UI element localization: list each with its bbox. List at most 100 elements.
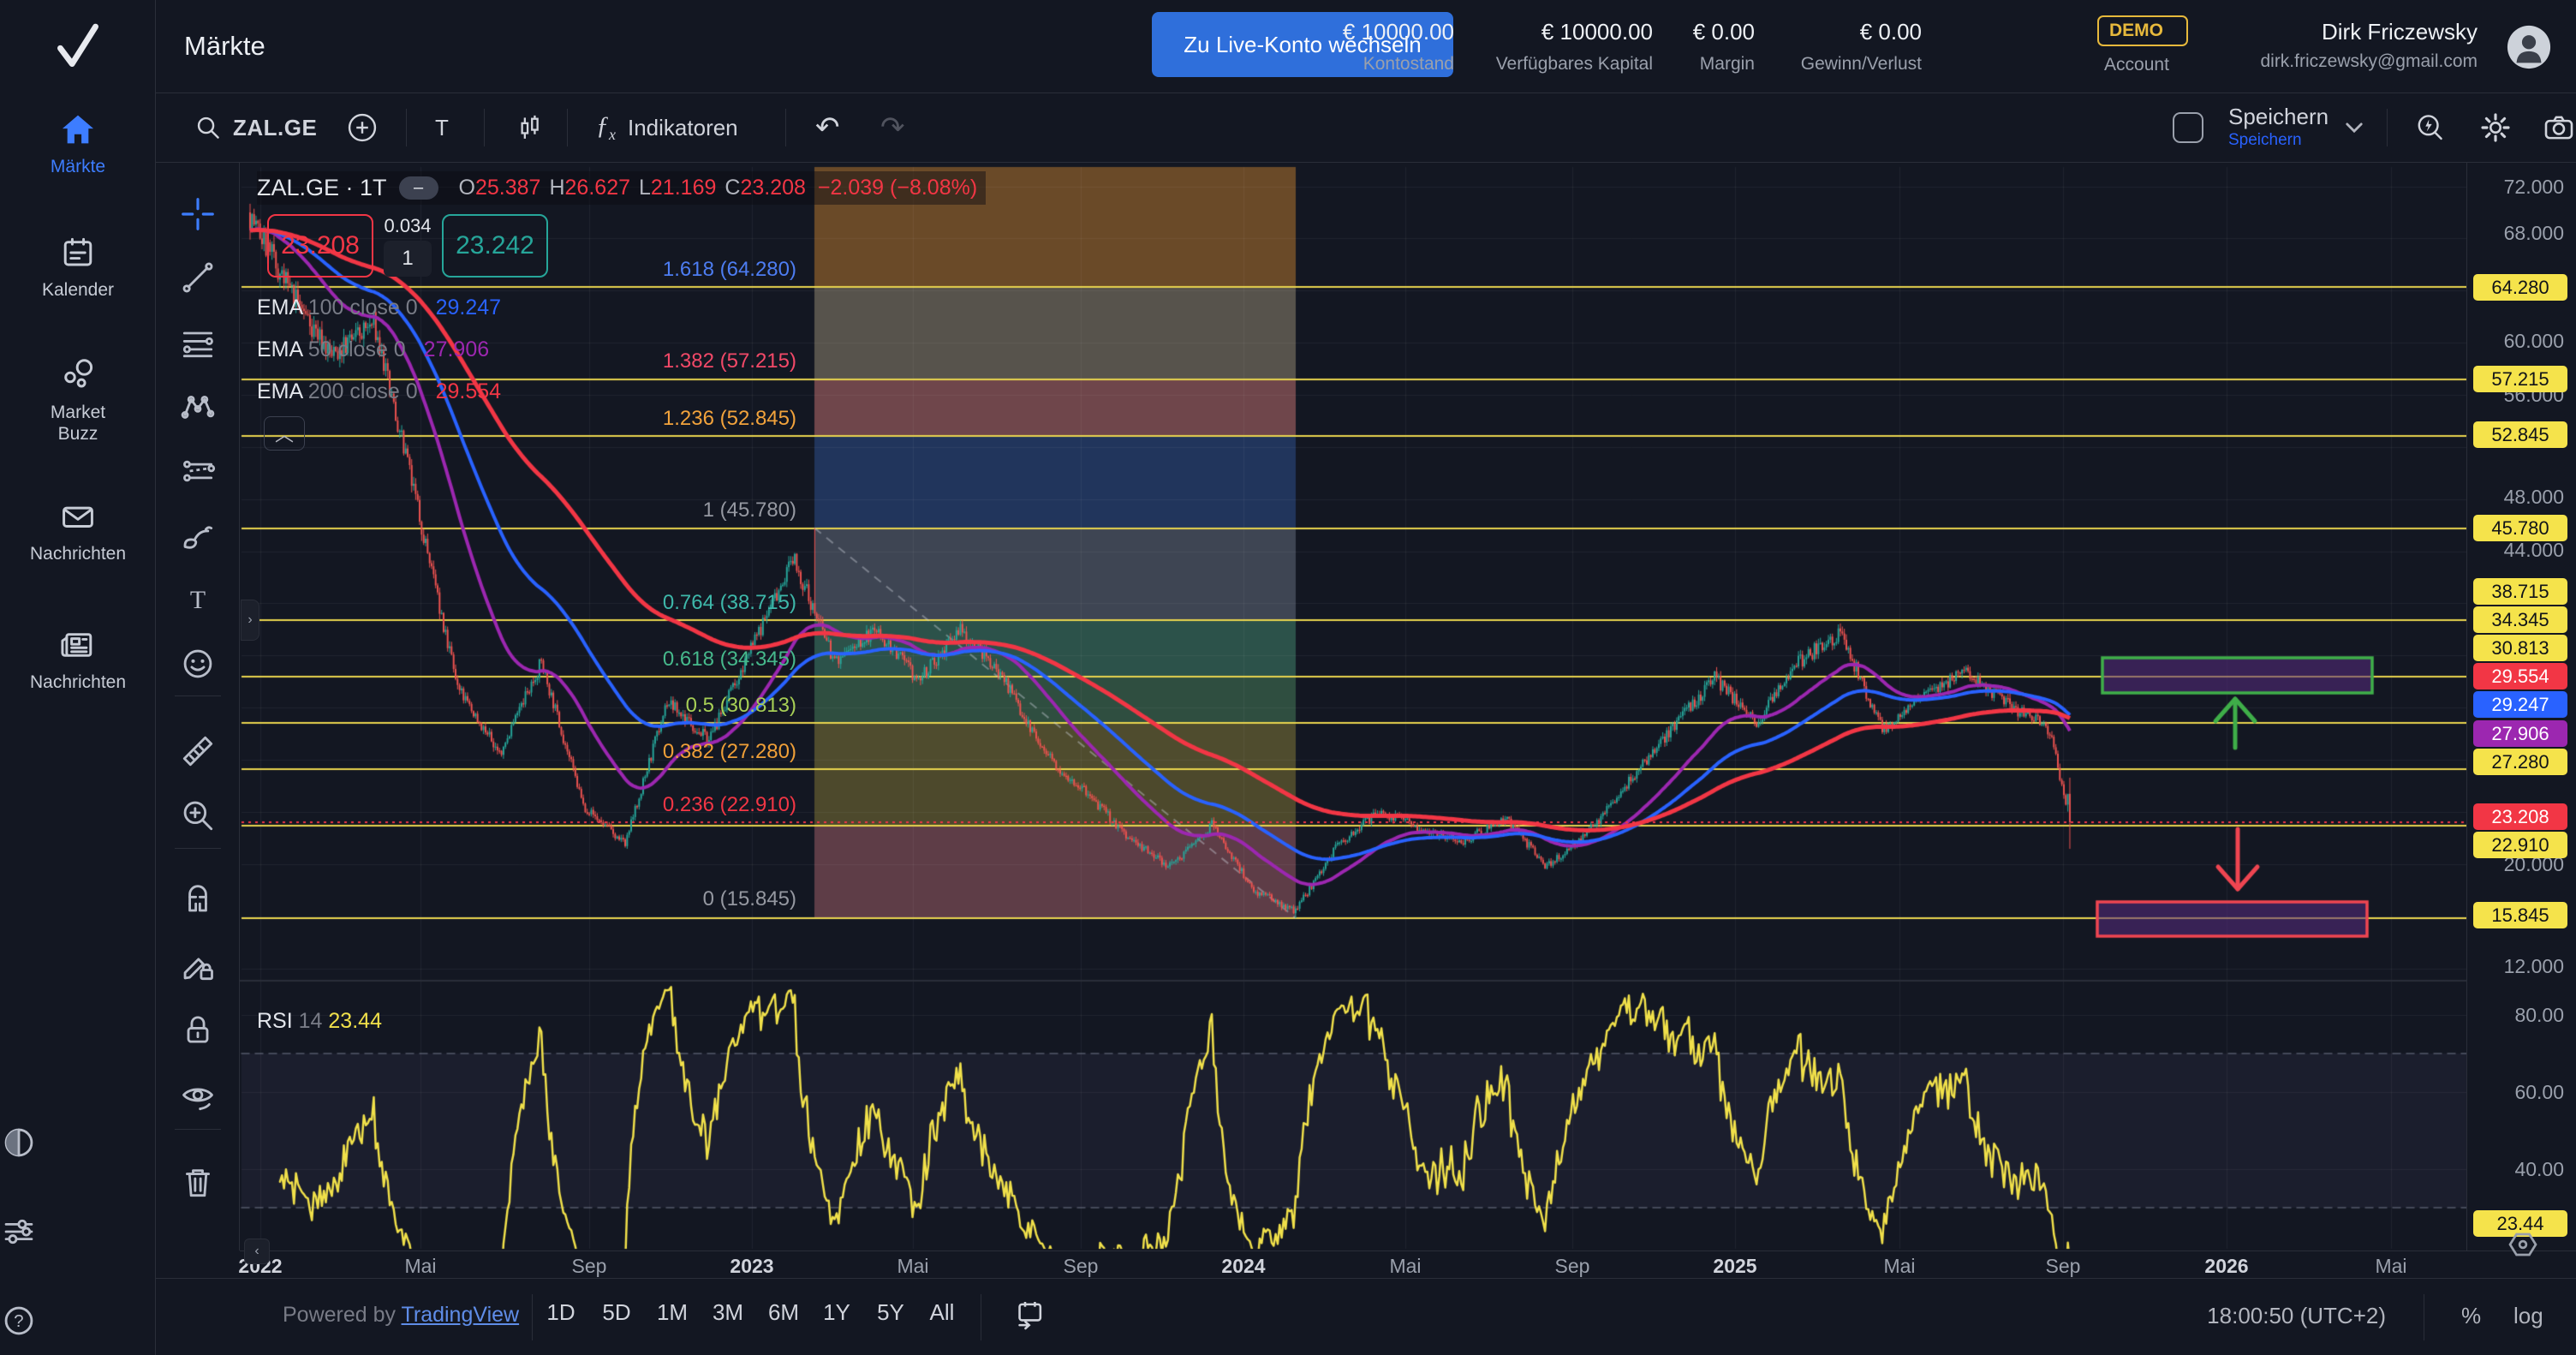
sidebar-item-label: Märkte: [51, 157, 105, 176]
session-clock[interactable]: 18:00:50 (UTC+2): [2180, 1303, 2386, 1329]
tool-xabcd-pattern[interactable]: [179, 388, 217, 426]
axis-price-tag: 64.280: [2473, 274, 2567, 301]
plus-circle-icon: [346, 111, 379, 144]
page-title: Märkte: [184, 31, 265, 62]
avatar[interactable]: [2506, 24, 2552, 70]
axis-time-tick: Sep: [2046, 1255, 2081, 1278]
symbol-search[interactable]: ZAL.GE: [194, 93, 317, 162]
symbol-label: ZAL.GE: [233, 115, 317, 141]
axis-price-tag: 57.215: [2473, 366, 2567, 392]
tool-magnet[interactable]: [179, 882, 217, 920]
tool-crosshair[interactable]: [179, 195, 217, 233]
toolbar-divider: [175, 848, 221, 849]
eye-icon: [179, 1077, 217, 1115]
legend-visibility-toggle[interactable]: –: [399, 176, 438, 200]
sell-bid-button[interactable]: 23.208: [267, 214, 373, 278]
legend-collapse-button[interactable]: ︿: [264, 416, 305, 451]
sliders-button[interactable]: [0, 1213, 156, 1251]
compare-add-button[interactable]: [346, 93, 379, 162]
timeframe-3m[interactable]: 3M: [713, 1299, 743, 1326]
tool-text[interactable]: T: [179, 581, 217, 618]
user-name: Dirk Friczewsky: [2049, 19, 2478, 45]
tool-fib-retracement[interactable]: [179, 324, 217, 361]
camera-icon: [2542, 110, 2576, 145]
tool-brush[interactable]: [179, 516, 217, 554]
account-stat: € 0.00 Gewinn/Verlust: [1665, 0, 1922, 93]
tradingview-link[interactable]: TradingView: [402, 1303, 520, 1327]
axis-price-tag: 23.208: [2473, 803, 2567, 830]
help-button[interactable]: ?: [0, 1302, 156, 1340]
timeframe-6m[interactable]: 6M: [768, 1299, 799, 1326]
time-axis[interactable]: 2022MaiSep2023MaiSep2024MaiSep2025MaiSep…: [240, 1251, 2576, 1278]
axis-time-tick: Mai: [2375, 1255, 2406, 1278]
interval-button[interactable]: T: [435, 93, 449, 162]
stat-value: € 0.00: [1665, 19, 1922, 45]
ruler-icon: [179, 732, 217, 770]
quick-search-button[interactable]: [2413, 93, 2446, 162]
sliders-icon: [0, 1213, 38, 1251]
tool-trash[interactable]: [179, 1163, 217, 1201]
trash-icon: [179, 1163, 217, 1201]
axis-time-tick: Mai: [897, 1255, 928, 1278]
tool-trend-line[interactable]: [179, 259, 217, 296]
contrast-button[interactable]: [0, 1124, 156, 1161]
axis-time-tick: Sep: [1555, 1255, 1590, 1278]
go-to-date-button[interactable]: [1012, 1298, 1046, 1332]
tool-ruler[interactable]: [179, 732, 217, 770]
timeframe-1y[interactable]: 1Y: [823, 1299, 850, 1326]
tool-lock[interactable]: [179, 1011, 217, 1048]
screenshot-button[interactable]: [2542, 93, 2576, 162]
sidebar-item-calendar[interactable]: Kalender: [0, 233, 156, 301]
settings-button[interactable]: [2478, 93, 2513, 162]
sidebar-item-mail[interactable]: Nachrichten: [0, 497, 156, 564]
indicators-button[interactable]: ƒx Indikatoren: [596, 93, 738, 162]
tool-emoji[interactable]: [179, 645, 217, 683]
trading-app: Märkte Kalender MarketBuzz Nachrichten N…: [0, 0, 2576, 1355]
axis-price-tag: 15.845: [2473, 902, 2567, 928]
percent-scale-button[interactable]: %: [2461, 1303, 2481, 1329]
axis-price-tick: 80.00: [2514, 1004, 2564, 1027]
quantity-stepper[interactable]: 1: [384, 241, 432, 277]
save-button[interactable]: Speichern Speichern: [2228, 93, 2329, 162]
brand-logo[interactable]: [0, 0, 156, 93]
text-icon: T: [179, 581, 217, 618]
tool-draw-lock[interactable]: [179, 946, 217, 984]
timeframe-all[interactable]: All: [930, 1299, 955, 1326]
spread-qty-block: 0.034 1: [373, 215, 442, 277]
log-scale-button[interactable]: log: [2513, 1303, 2543, 1329]
axis-time-tick: Mai: [1883, 1255, 1915, 1278]
axis-price-tag: 45.780: [2473, 515, 2567, 541]
buy-ask-button[interactable]: 23.242: [442, 214, 548, 278]
price-axis[interactable]: 72.00068.00060.00056.00048.00044.00024.0…: [2466, 163, 2576, 1251]
rsi-value: 23.44: [328, 1009, 382, 1033]
timeframe-5d[interactable]: 5D: [602, 1299, 630, 1326]
axis-price-tag: 27.906: [2473, 720, 2567, 747]
search-icon: [194, 113, 223, 142]
powered-by: Powered by TradingView: [283, 1303, 519, 1328]
sidebar-item-news[interactable]: Nachrichten: [0, 625, 156, 693]
axis-price-tag: 34.345: [2473, 606, 2567, 633]
tool-forecast[interactable]: [179, 452, 217, 490]
magnet-icon: [179, 882, 217, 920]
chart-style-button[interactable]: [514, 93, 545, 162]
powered-by-text: Powered by: [283, 1303, 396, 1327]
stat-label: Gewinn/Verlust: [1665, 54, 1922, 75]
layout-checkbox[interactable]: [2173, 112, 2203, 143]
scale-settings-icon[interactable]: [2505, 1227, 2541, 1262]
sidebar-item-bubbles[interactable]: MarketBuzz: [0, 355, 156, 445]
tool-eye[interactable]: [179, 1077, 217, 1115]
gear-icon: [2478, 110, 2513, 145]
undo-button[interactable]: ↶: [815, 93, 840, 162]
sidebar-item-home[interactable]: Märkte: [0, 110, 156, 177]
timeframe-1m[interactable]: 1M: [657, 1299, 688, 1326]
redo-button[interactable]: ↷: [880, 93, 905, 162]
timeframe-1d[interactable]: 1D: [546, 1299, 575, 1326]
save-menu-caret[interactable]: [2345, 93, 2364, 162]
axis-price-tick: 72.000: [2504, 176, 2564, 199]
tool-zoom-in[interactable]: [179, 797, 217, 834]
timeframe-5y[interactable]: 5Y: [877, 1299, 904, 1326]
account-badge-block: DEMO Account: [2085, 0, 2188, 93]
timeline-collapse-handle[interactable]: ‹: [244, 1239, 270, 1264]
watchlist-expand-handle[interactable]: ›: [241, 600, 259, 641]
emoji-icon: [179, 645, 217, 683]
